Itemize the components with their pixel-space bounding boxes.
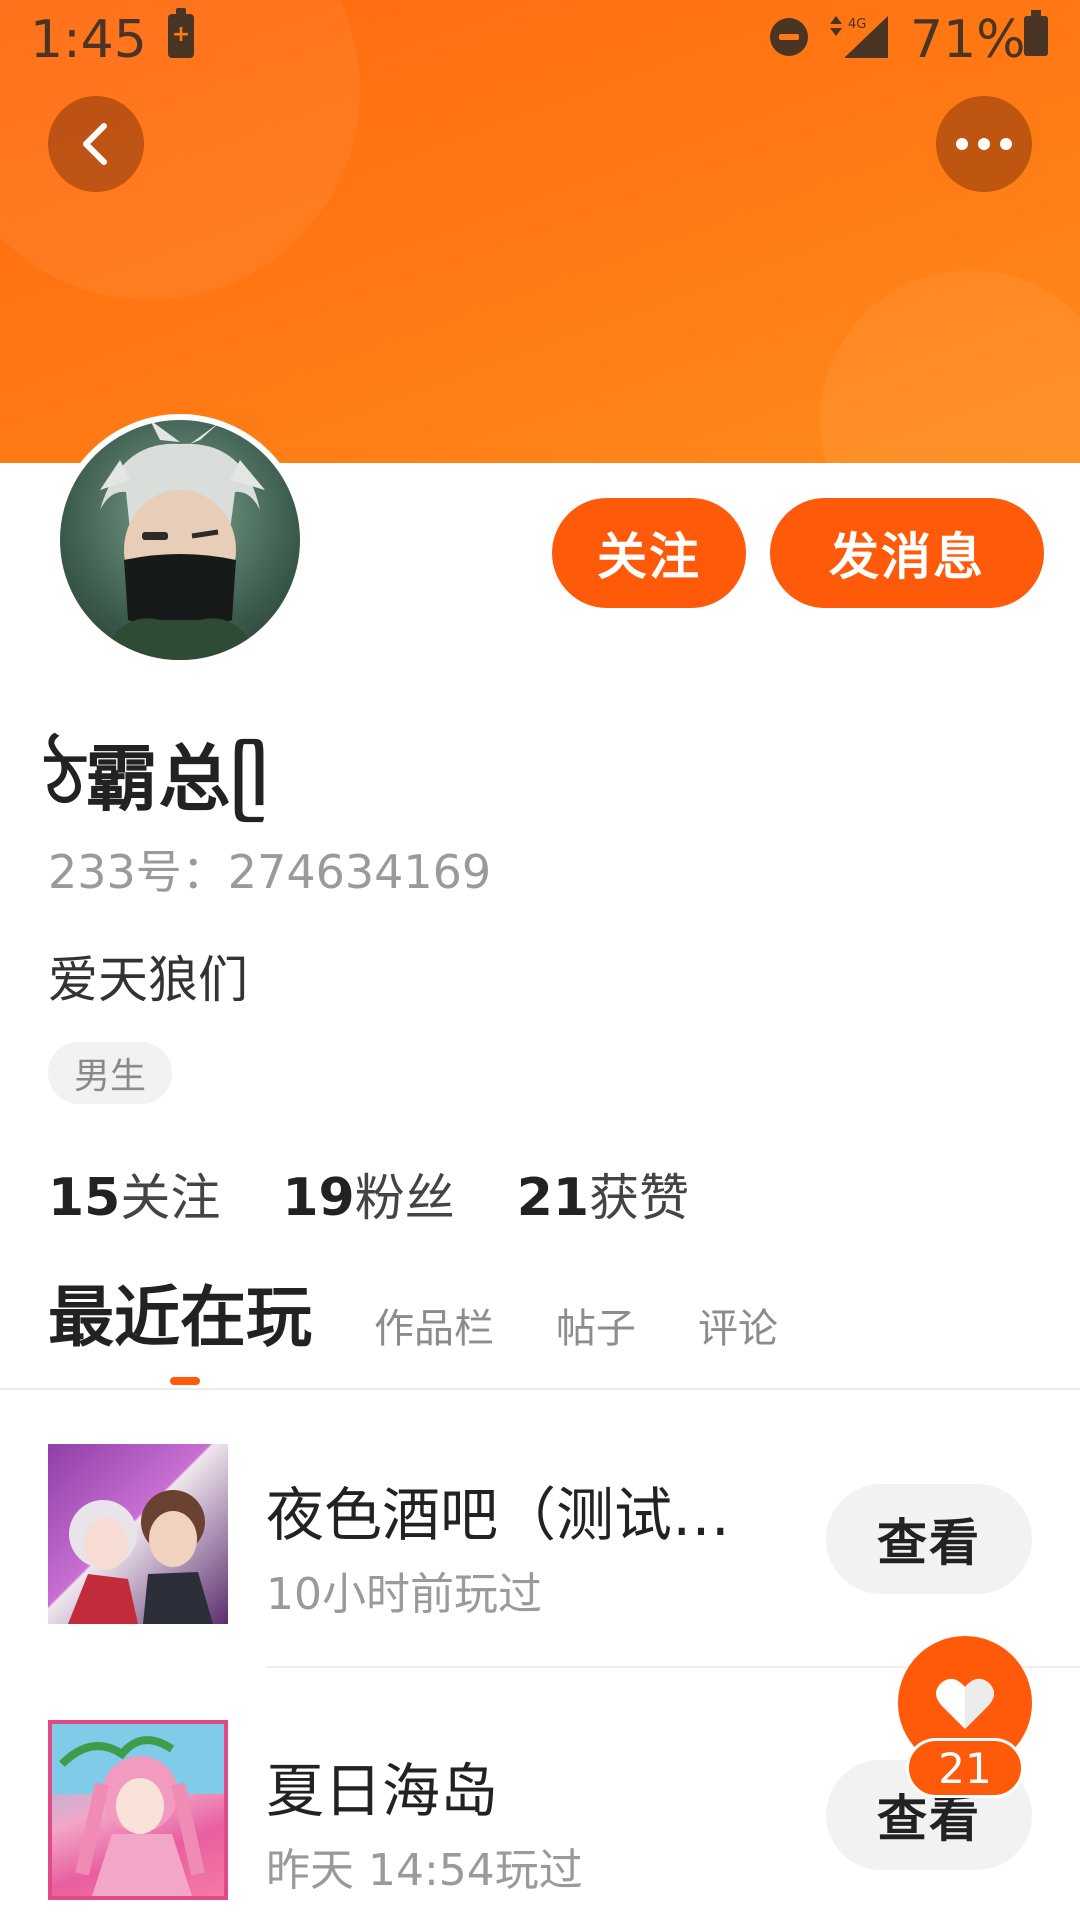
username: ঠ霸总ᥫ bbox=[46, 737, 269, 821]
game-cover-art bbox=[68, 1490, 213, 1624]
game-cover-art bbox=[52, 1724, 224, 1896]
game-title: 夏日海岛 bbox=[266, 1757, 499, 1825]
stat-fans[interactable]: 19 粉丝 bbox=[282, 1158, 454, 1228]
tab-works[interactable]: 作品栏 bbox=[374, 1296, 494, 1360]
profile-tabs: 最近在玩 作品栏 帖子 评论 bbox=[48, 1279, 840, 1360]
view-button[interactable]: 查看 bbox=[826, 1484, 1032, 1594]
avatar-illustration bbox=[100, 420, 265, 660]
last-played: 昨天 14:54玩过 bbox=[266, 1845, 583, 1896]
tab-posts[interactable]: 帖子 bbox=[556, 1296, 636, 1360]
follow-button[interactable]: 关注 bbox=[552, 498, 746, 608]
send-message-button[interactable]: 发消息 bbox=[770, 498, 1044, 608]
profile-banner: 1:45 + 4G 71% bbox=[0, 0, 1080, 463]
heart-icon bbox=[936, 1678, 994, 1729]
list-item[interactable]: 夜色酒吧（测试… 10小时前玩过 查看 bbox=[0, 1444, 1080, 1634]
battery-percent: 71% bbox=[910, 10, 1026, 70]
like-count-badge: 21 bbox=[906, 1738, 1024, 1798]
do-not-disturb-icon bbox=[770, 18, 808, 56]
user-bio: 爱天狼们 bbox=[48, 951, 248, 1009]
stat-likes[interactable]: 21 获赞 bbox=[517, 1158, 689, 1228]
network-type: 4G bbox=[848, 17, 866, 32]
banner-decoration bbox=[820, 270, 1080, 463]
battery-icon bbox=[1024, 10, 1048, 56]
more-options-button[interactable] bbox=[936, 96, 1032, 192]
back-button[interactable] bbox=[48, 96, 144, 192]
chevron-left-icon bbox=[83, 123, 107, 165]
avatar[interactable] bbox=[54, 414, 306, 666]
user-id: 233号：274634169 bbox=[48, 845, 492, 899]
profile-stats: 15 关注 19 粉丝 21 获赞 bbox=[48, 1158, 689, 1228]
gender-tag: 男生 bbox=[48, 1042, 173, 1104]
more-horizontal-icon bbox=[956, 138, 1012, 150]
tab-recently-played[interactable]: 最近在玩 bbox=[48, 1264, 312, 1360]
last-played: 10小时前玩过 bbox=[266, 1569, 542, 1620]
stat-number: 19 bbox=[282, 1168, 355, 1228]
stat-label: 粉丝 bbox=[354, 1169, 455, 1227]
cell-signal-icon: 4G bbox=[830, 16, 888, 58]
game-thumbnail[interactable] bbox=[48, 1720, 228, 1900]
stat-label: 关注 bbox=[120, 1169, 221, 1227]
status-time: 1:45 bbox=[30, 10, 147, 70]
game-thumbnail[interactable] bbox=[48, 1444, 228, 1624]
active-tab-indicator bbox=[170, 1377, 200, 1385]
status-bar: 1:45 + 4G 71% bbox=[0, 0, 1080, 80]
game-title: 夜色酒吧（测试… bbox=[266, 1481, 731, 1549]
stat-label: 获赞 bbox=[589, 1169, 690, 1227]
divider bbox=[0, 1388, 1080, 1390]
stat-number: 15 bbox=[48, 1168, 121, 1228]
stat-number: 21 bbox=[516, 1168, 590, 1228]
tab-comments[interactable]: 评论 bbox=[698, 1296, 778, 1360]
battery-charging-icon: + bbox=[168, 8, 194, 58]
stat-following[interactable]: 15 关注 bbox=[48, 1158, 220, 1228]
